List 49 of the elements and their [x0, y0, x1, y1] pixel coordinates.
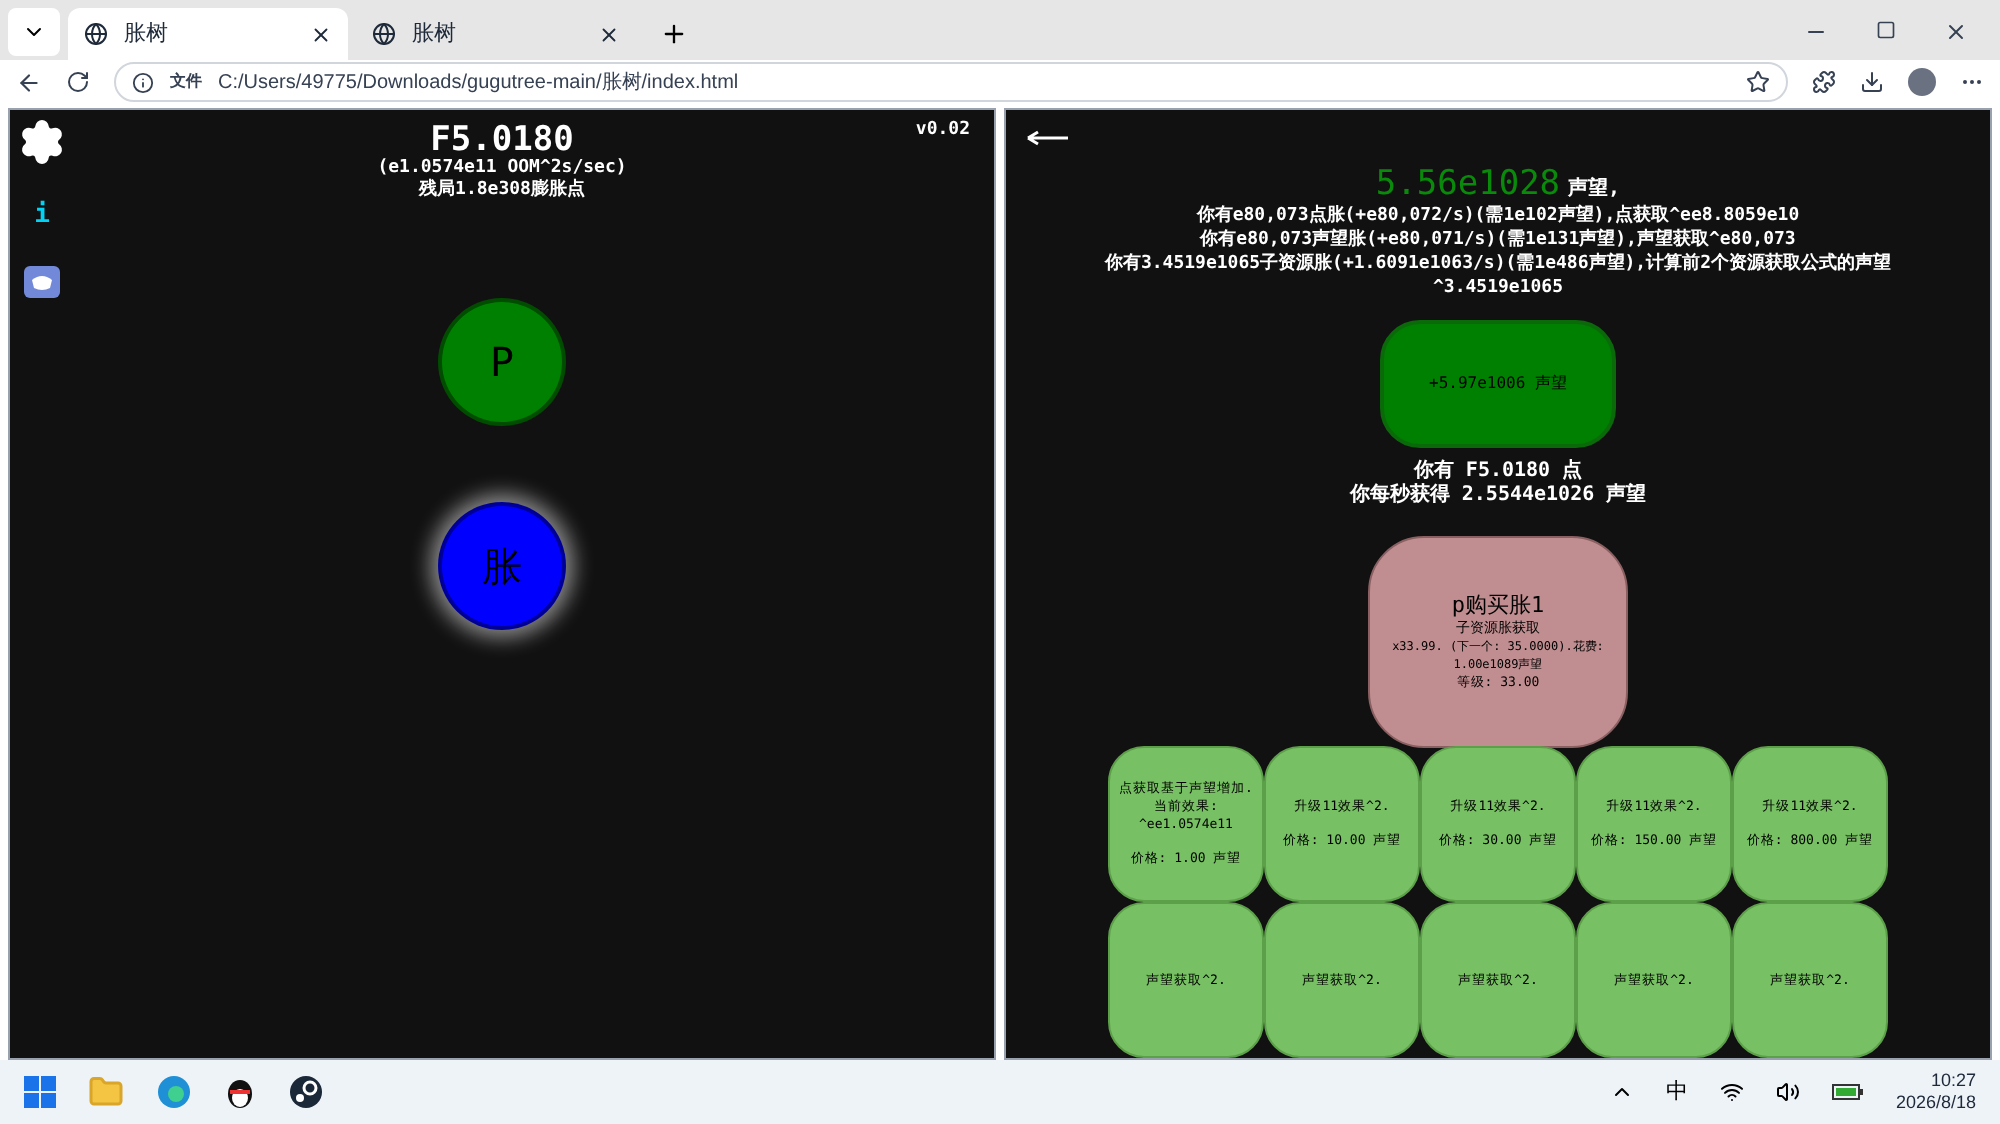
extensions-icon[interactable]: [1812, 70, 1836, 94]
penguin-icon[interactable]: [224, 1074, 256, 1110]
volume-icon[interactable]: [1775, 1080, 1800, 1104]
layer-node[interactable]: P: [438, 298, 566, 426]
browser-tab[interactable]: 胀树: [68, 8, 348, 60]
download-icon[interactable]: [1860, 70, 1884, 94]
game-launcher-icon[interactable]: [288, 1074, 324, 1110]
profile-avatar[interactable]: [1908, 68, 1936, 96]
prestige-amount: 5.56e1028: [1375, 166, 1561, 202]
clock-date[interactable]: 2026/8/18: [1895, 1092, 1976, 1114]
scheme-label: 文件: [170, 70, 202, 94]
tab-title: 胀树: [412, 19, 458, 50]
globe-icon: [84, 22, 108, 46]
url-text: C:/Users/49775/Downloads/gugutree-main/胀树/index.html: [218, 69, 741, 97]
points-rate: (e1.0574e11 OOM^2s/sec): [377, 158, 627, 178]
maximize-icon[interactable]: [1876, 20, 1896, 40]
resource-line: 你有3.4519e1065子资源胀(+1.6091e1063/s)(需1e486声望),计算前2个资源获取公式的声望: [1104, 252, 1892, 276]
settings-icon[interactable]: [18, 118, 66, 166]
prestige-reset-button[interactable]: +5.97e1006 声望: [1380, 320, 1616, 449]
prestige-unit: 声望,: [1568, 175, 1621, 204]
close-icon[interactable]: [1944, 20, 1968, 44]
start-icon[interactable]: [24, 1076, 56, 1108]
browser-tab[interactable]: 胀树: [356, 8, 636, 60]
resource-line: ^3.4519e1065: [1432, 276, 1564, 300]
resource-line: 你有e80,073点胀(+e80,072/s)(需1e102声望),点获取^ee8.8059e10: [1196, 204, 1800, 228]
new-tab-icon[interactable]: [660, 20, 688, 48]
info-icon: [132, 71, 154, 93]
address-bar[interactable]: 文件 C:/Users/49775/Downloads/gugutree-main/胀树/index.html: [114, 62, 1788, 102]
close-icon[interactable]: [310, 23, 332, 45]
stats-line: 你有 F5.0180 点: [1413, 460, 1583, 483]
back-icon[interactable]: [16, 69, 42, 95]
chat-icon[interactable]: [22, 264, 62, 304]
back-arrow-icon[interactable]: [1026, 130, 1070, 146]
tab-title: 胀树: [124, 19, 170, 50]
ime-indicator[interactable]: 中: [1665, 1075, 1688, 1109]
buyable-title: p购买胀1: [1451, 593, 1545, 618]
resource-line: 你有e80,073声望胀(+e80,071/s)(需1e131声望),声望获取^e80,073: [1200, 228, 1796, 252]
browser-icon[interactable]: [156, 1074, 192, 1110]
info-button[interactable]: i: [34, 202, 50, 228]
stats-line: 你每秒获得 2.5544e1026 声望: [1349, 484, 1647, 509]
battery-icon[interactable]: [1831, 1082, 1864, 1102]
points-value: F5.0180: [430, 122, 574, 158]
globe-icon: [372, 22, 396, 46]
endgame-text: 残局1.8e308膨胀点: [419, 180, 585, 202]
clock-time[interactable]: 10:27: [1930, 1070, 1976, 1092]
version-label: v0.02: [915, 118, 970, 144]
favorite-icon[interactable]: [1746, 70, 1770, 94]
reload-icon[interactable]: [66, 70, 90, 94]
close-icon[interactable]: [598, 23, 620, 45]
